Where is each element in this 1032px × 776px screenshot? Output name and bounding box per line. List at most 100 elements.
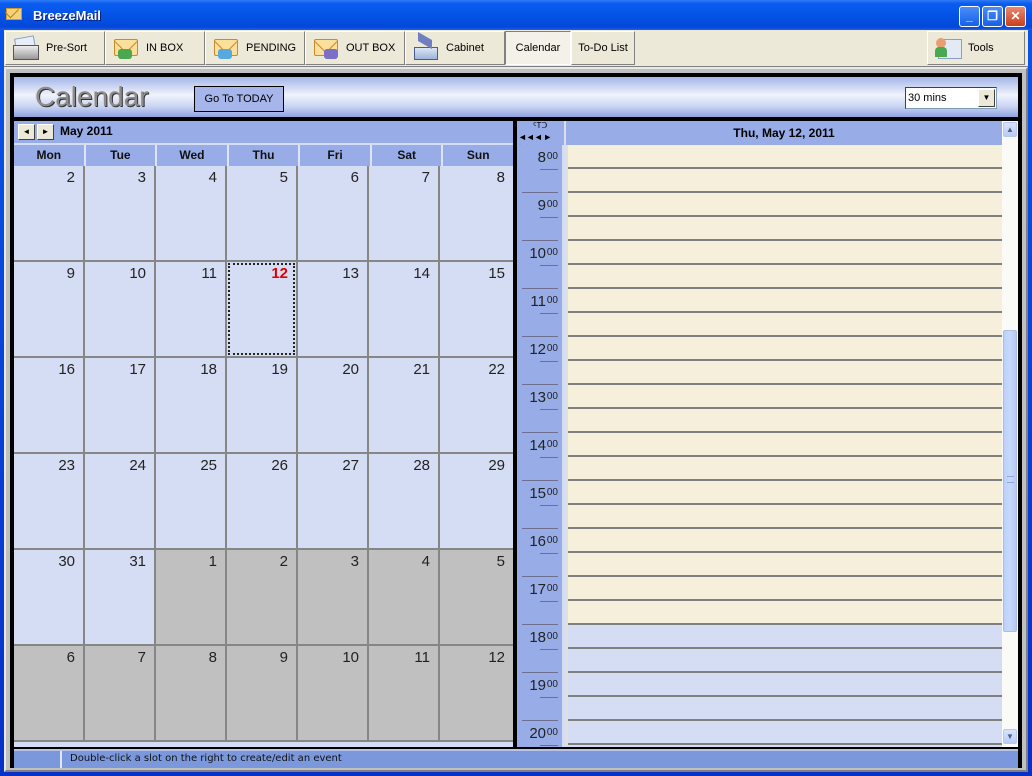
day-scrollbar[interactable]: ▲ ▼ [1002,121,1018,747]
close-button[interactable]: ✕ [1005,6,1026,27]
day-cell[interactable]: 31 [85,550,156,646]
day-cell[interactable]: 19 [227,358,298,454]
today-nav-icon[interactable]: ᑦTᑐ [533,121,547,130]
hour-number: 15 [529,485,546,502]
day-cell[interactable]: 9 [227,646,298,742]
time-slot[interactable] [568,433,1002,457]
time-slot[interactable] [568,577,1002,601]
time-slot[interactable] [568,721,1002,745]
minute-label: 00 [546,151,558,162]
day-cell[interactable]: 4 [369,550,440,646]
scroll-down-icon[interactable]: ▼ [1003,729,1017,744]
day-cell[interactable]: 1 [156,550,227,646]
day-cell[interactable]: 23 [14,454,85,550]
restore-button[interactable]: ❐ [982,6,1003,27]
day-cell[interactable]: 11 [369,646,440,742]
day-cell[interactable]: 28 [369,454,440,550]
time-slot[interactable] [568,601,1002,625]
time-slot[interactable] [568,289,1002,313]
day-cell[interactable]: 18 [156,358,227,454]
day-cell[interactable]: 27 [298,454,369,550]
next-month-button[interactable]: ► [37,124,54,140]
day-cell-today[interactable]: 12 [227,262,298,358]
time-slot[interactable] [568,553,1002,577]
grip-icon [1007,476,1014,483]
day-number: 30 [58,553,75,570]
day-cell[interactable]: 5 [440,550,513,646]
toolbar-cabinet-button[interactable]: Cabinet [405,31,505,65]
day-cell[interactable]: 17 [85,358,156,454]
tab-calendar[interactable]: Calendar [505,31,571,65]
time-slot[interactable] [568,481,1002,505]
day-cell[interactable]: 30 [14,550,85,646]
day-cell[interactable]: 22 [440,358,513,454]
weekday-sun: Sun [466,148,490,162]
calendar-panel: Calendar Go To TODAY 30 mins ▼ ◄ ► May 2… [10,73,1022,768]
day-cell[interactable]: 3 [85,166,156,262]
time-slot[interactable] [568,745,1002,747]
minimize-button[interactable]: _ [959,6,980,27]
day-cell[interactable]: 8 [156,646,227,742]
go-to-today-button[interactable]: Go To TODAY [194,86,284,112]
scroll-thumb[interactable] [1003,330,1017,632]
day-cell[interactable]: 9 [14,262,85,358]
chevron-down-icon[interactable]: ▼ [978,89,995,107]
time-slot[interactable] [568,505,1002,529]
day-cell[interactable]: 26 [227,454,298,550]
time-slot[interactable] [568,193,1002,217]
time-slot[interactable] [568,313,1002,337]
hour-label: 16 00 [517,529,562,577]
day-cell[interactable]: 13 [298,262,369,358]
time-slot[interactable] [568,649,1002,673]
day-cell[interactable]: 6 [14,646,85,742]
time-slot[interactable] [568,625,1002,649]
time-slot[interactable] [568,697,1002,721]
toolbar-inbox-button[interactable]: IN BOX [105,31,205,65]
toolbar-pending-button[interactable]: PENDING [205,31,305,65]
day-cell[interactable]: 25 [156,454,227,550]
time-slot[interactable] [568,337,1002,361]
day-cell[interactable]: 12 [440,646,513,742]
day-cell[interactable]: 10 [85,262,156,358]
title-bar[interactable]: BreezeMail _ ❐ ✕ [0,0,1032,30]
day-nav-controls[interactable]: ᑦTᑐ ◄◄◄ ► ►► [517,121,565,152]
day-cell[interactable]: 10 [298,646,369,742]
time-slot[interactable] [568,529,1002,553]
day-cell[interactable]: 2 [14,166,85,262]
time-slot[interactable] [568,265,1002,289]
day-cell[interactable]: 11 [156,262,227,358]
time-slot[interactable] [568,457,1002,481]
time-slot[interactable] [568,145,1002,169]
day-cell[interactable]: 7 [369,166,440,262]
day-cell[interactable]: 8 [440,166,513,262]
time-slot[interactable] [568,241,1002,265]
day-cell[interactable]: 3 [298,550,369,646]
day-cell[interactable]: 6 [298,166,369,262]
day-cell[interactable]: 21 [369,358,440,454]
day-cell[interactable]: 15 [440,262,513,358]
day-cell[interactable]: 2 [227,550,298,646]
day-cell[interactable]: 24 [85,454,156,550]
toolbar-outbox-button[interactable]: OUT BOX [305,31,405,65]
time-slot[interactable] [568,217,1002,241]
interval-select[interactable]: 30 mins ▼ [905,87,997,109]
day-cell[interactable]: 20 [298,358,369,454]
scroll-up-icon[interactable]: ▲ [1003,122,1017,137]
time-column: 8 00 9 00 10 00 11 00 12 00 13 00 14 00 15 00 16 00 17 00 18… [517,145,565,747]
day-cell[interactable]: 29 [440,454,513,550]
day-cell[interactable]: 4 [156,166,227,262]
time-slot[interactable] [568,673,1002,697]
time-slot[interactable] [568,385,1002,409]
day-cell[interactable]: 14 [369,262,440,358]
toolbar-presort-button[interactable]: Pre-Sort [5,31,105,65]
day-cell[interactable]: 7 [85,646,156,742]
prev-month-button[interactable]: ◄ [18,124,35,140]
day-cell[interactable]: 16 [14,358,85,454]
interval-value: 30 mins [908,92,947,104]
tab-todo-list[interactable]: To-Do List [571,31,635,65]
toolbar-tools-button[interactable]: Tools [927,31,1025,65]
time-slot[interactable] [568,361,1002,385]
day-cell[interactable]: 5 [227,166,298,262]
time-slot[interactable] [568,169,1002,193]
time-slot[interactable] [568,409,1002,433]
